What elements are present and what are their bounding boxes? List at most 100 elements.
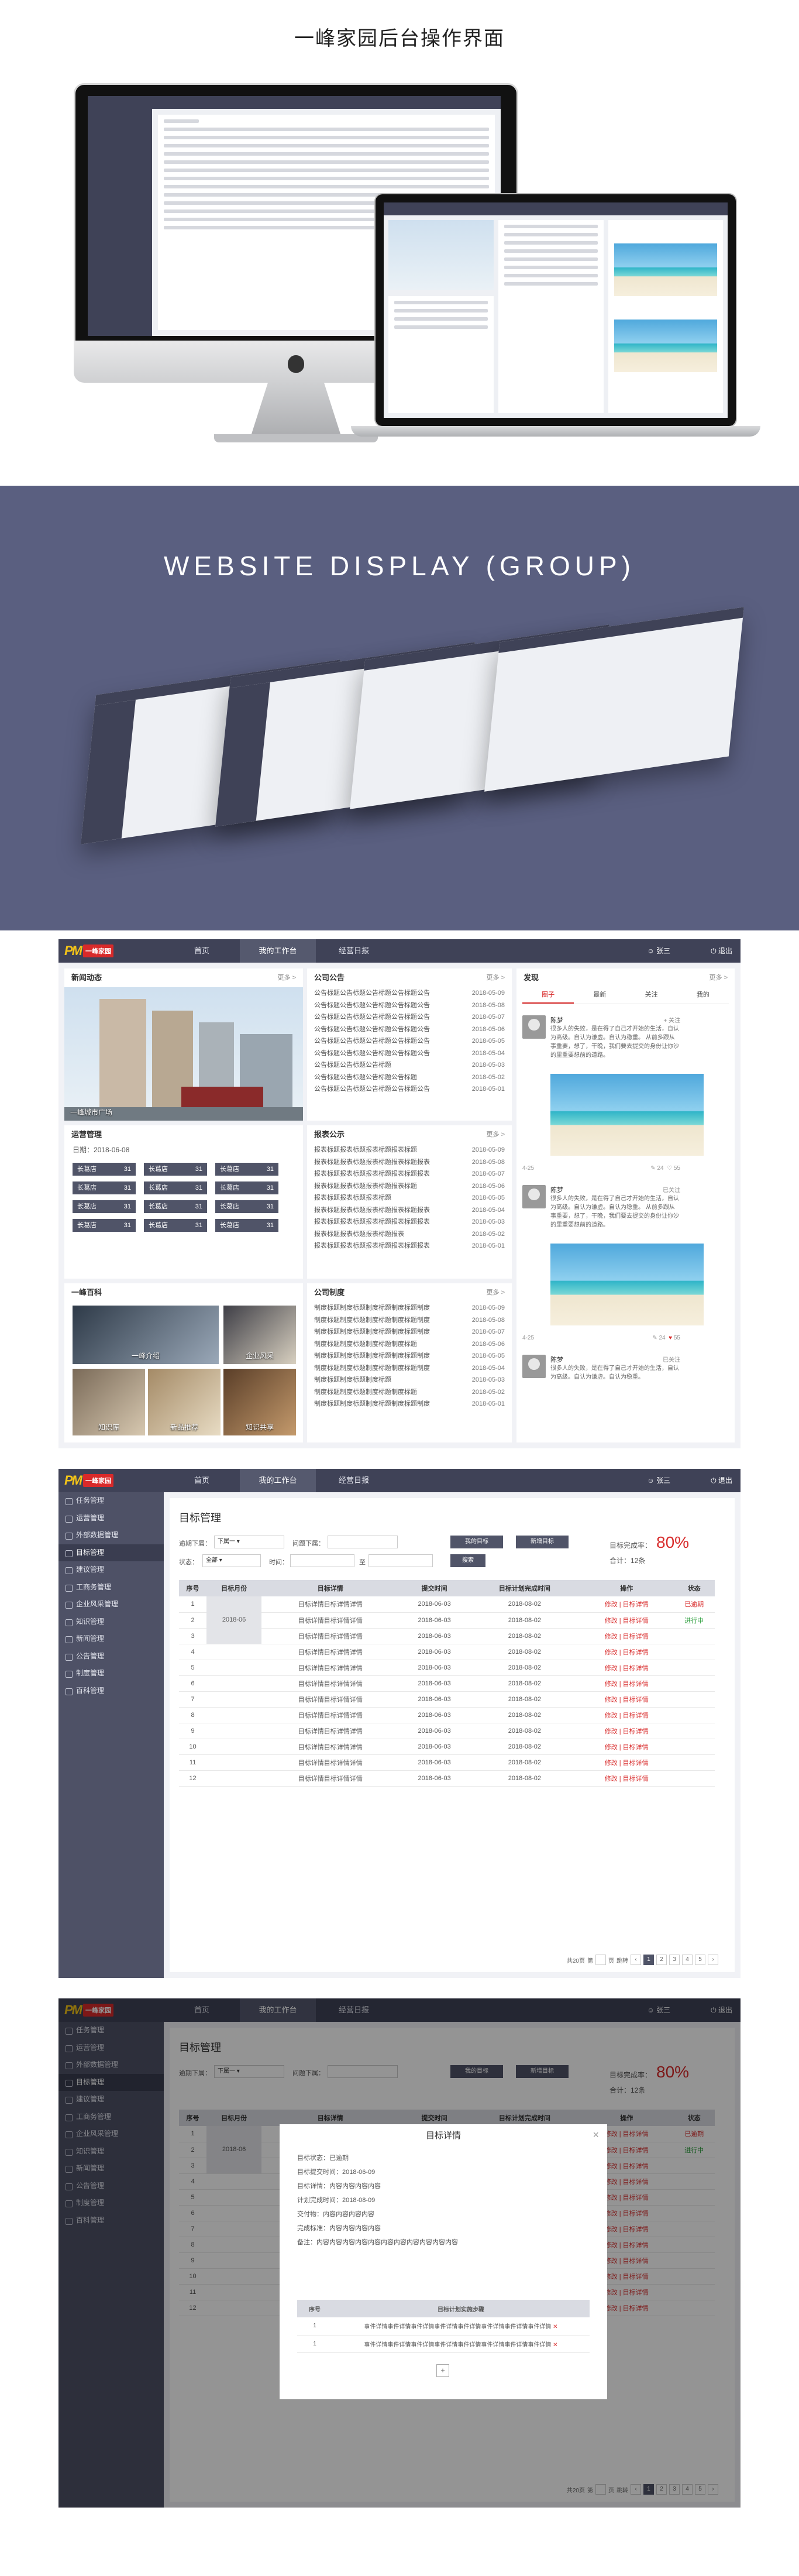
sidebar-item[interactable]: 新闻管理 [58,1630,164,1648]
my-goals-button[interactable]: 我的目标 [450,1536,503,1548]
tile-knowledge[interactable]: 知识库 [73,1369,145,1435]
nav-daily-report[interactable]: 经营日报 [316,1469,392,1492]
row-actions[interactable]: 修改 | 目标详情 [580,1723,674,1739]
nav-daily-report[interactable]: 经营日报 [316,939,392,963]
store-tag[interactable]: 长葛店 31 [215,1219,278,1232]
rules-item[interactable]: 制度标题制度标题制度标题制度标题制度 2018-05-05 [307,1350,512,1362]
follow-button[interactable]: 已关注 [663,1355,680,1363]
search-button[interactable]: 搜索 [450,1554,485,1567]
end-date-input[interactable] [368,1554,433,1567]
page-number[interactable]: 2 [656,1955,667,1965]
notice-item[interactable]: 公告标题公告标题公告标题公告标题公告 2018-05-06 [307,1023,512,1036]
due-select[interactable]: 下属一 ▾ [214,1536,284,1548]
next-page-icon[interactable]: › [708,1955,718,1965]
store-tag[interactable]: 长葛店 31 [144,1200,207,1213]
tile-new[interactable]: 新品推荐 [148,1369,221,1435]
tile-share[interactable]: 知识共享 [223,1369,296,1435]
row-actions[interactable]: 修改 | 目标详情 [580,1660,674,1676]
news-more-link[interactable]: 更多 > [278,968,296,987]
post-stats[interactable]: ✎ 24 ♥ 55 [652,1335,680,1341]
row-actions[interactable]: 修改 | 目标详情 [580,1754,674,1771]
rules-item[interactable]: 制度标题制度标题制度标题制度标题 2018-05-02 [307,1386,512,1399]
page-number[interactable]: 1 [643,1955,654,1965]
post-stats[interactable]: ✎ 24 ♡ 55 [650,1165,680,1172]
tab-circle[interactable]: 圈子 [522,987,574,1004]
close-icon[interactable]: × [593,2129,599,2141]
logout-button[interactable]: ⏻ 退出 [711,939,732,963]
page-jump-input[interactable] [595,1955,606,1965]
user-menu[interactable]: ☺ 张三 [647,1469,670,1492]
report-item[interactable]: 报表标题报表标题报表标题 2018-05-05 [307,1192,512,1204]
report-item[interactable]: 报表标题报表标题报表标题报表标题报表 2018-05-07 [307,1168,512,1180]
nav-workbench[interactable]: 我的工作台 [240,1469,316,1492]
notice-item[interactable]: 公告标题公告标题公告标题 2018-05-03 [307,1059,512,1071]
report-item[interactable]: 报表标题报表标题报表标题报表标题报表 2018-05-03 [307,1216,512,1228]
tab-follow[interactable]: 关注 [626,987,677,1004]
store-tag[interactable]: 长葛店 31 [73,1163,136,1176]
report-item[interactable]: 报表标题报表标题报表标题报表标题报表 2018-05-01 [307,1240,512,1252]
report-more-link[interactable]: 更多 > [487,1125,505,1144]
tile-intro[interactable]: 一峰介绍 [73,1306,219,1364]
store-tag[interactable]: 长葛店 31 [215,1200,278,1213]
rules-item[interactable]: 制度标题制度标题制度标题制度标题制度 2018-05-07 [307,1326,512,1338]
page-number[interactable]: 3 [669,1955,680,1965]
rules-item[interactable]: 制度标题制度标题制度标题制度标题 2018-05-06 [307,1338,512,1351]
report-item[interactable]: 报表标题报表标题报表标题报表标题 2018-05-06 [307,1180,512,1193]
sidebar-item[interactable]: 知识管理 [58,1613,164,1631]
report-item[interactable]: 报表标题报表标题报表标题报表 2018-05-02 [307,1228,512,1241]
row-actions[interactable]: 修改 | 目标详情 [580,1691,674,1708]
store-tag[interactable]: 长葛店 31 [215,1163,278,1176]
store-tag[interactable]: 长葛店 31 [73,1219,136,1232]
sidebar-item[interactable]: 建议管理 [58,1561,164,1579]
prev-page-icon[interactable]: ‹ [631,1955,641,1965]
rules-item[interactable]: 制度标题制度标题制度标题制度标题制度 2018-05-09 [307,1302,512,1314]
post-image[interactable] [550,1074,704,1156]
row-actions[interactable]: 修改 | 目标详情 [580,1612,674,1629]
store-tag[interactable]: 长葛店 31 [144,1181,207,1194]
tab-latest[interactable]: 最新 [574,987,625,1004]
start-date-input[interactable] [290,1554,354,1567]
nav-workbench[interactable]: 我的工作台 [240,939,316,963]
status-select[interactable]: 全部 ▾ [202,1554,261,1567]
rules-item[interactable]: 制度标题制度标题制度标题制度标题制度 2018-05-01 [307,1398,512,1410]
rules-item[interactable]: 制度标题制度标题制度标题 2018-05-03 [307,1374,512,1386]
notice-item[interactable]: 公告标题公告标题公告标题公告标题公告 2018-05-07 [307,1011,512,1023]
store-tag[interactable]: 长葛店 31 [215,1181,278,1194]
report-item[interactable]: 报表标题报表标题报表标题报表标题 2018-05-09 [307,1144,512,1156]
issue-input[interactable] [328,1536,398,1548]
sidebar-item[interactable]: 外部数据管理 [58,1527,164,1544]
nav-home[interactable]: 首页 [164,939,240,963]
row-actions[interactable]: 修改 | 目标详情 [580,1739,674,1755]
new-goal-button[interactable]: 新增目标 [516,1536,569,1548]
row-actions[interactable]: 修改 | 目标详情 [580,1596,674,1613]
notice-item[interactable]: 公告标题公告标题公告标题公告标题公告 2018-05-04 [307,1047,512,1060]
row-actions[interactable]: 修改 | 目标详情 [580,1628,674,1644]
report-item[interactable]: 报表标题报表标题报表标题报表标题报表 2018-05-08 [307,1156,512,1169]
post-image[interactable] [550,1244,704,1325]
delete-icon[interactable]: ✕ [551,2342,557,2348]
avatar[interactable] [522,1185,546,1208]
sidebar-item[interactable]: 公告管理 [58,1648,164,1665]
tile-style[interactable]: 企业风采 [223,1306,296,1364]
sidebar-item[interactable]: 目标管理 [58,1544,164,1561]
avatar[interactable] [522,1355,546,1378]
follow-button[interactable]: 已关注 [663,1185,680,1194]
news-image[interactable]: 一峰城市广场 [64,987,303,1121]
page-number[interactable]: 4 [682,1955,693,1965]
notice-item[interactable]: 公告标题公告标题公告标题公告标题公告 2018-05-09 [307,987,512,1000]
notice-item[interactable]: 公告标题公告标题公告标题公告标题公告 2018-05-05 [307,1035,512,1047]
store-tag[interactable]: 长葛店 31 [73,1200,136,1213]
add-step-button[interactable]: + [436,2364,449,2377]
user-menu[interactable]: ☺ 张三 [647,939,670,963]
row-actions[interactable]: 修改 | 目标详情 [580,1707,674,1723]
tab-mine[interactable]: 我的 [677,987,729,1004]
notice-item[interactable]: 公告标题公告标题公告标题公告标题 2018-05-02 [307,1071,512,1084]
rules-item[interactable]: 制度标题制度标题制度标题制度标题制度 2018-05-04 [307,1362,512,1375]
delete-icon[interactable]: ✕ [551,2324,557,2330]
avatar[interactable] [522,1015,546,1039]
notice-item[interactable]: 公告标题公告标题公告标题公告标题公告 2018-05-01 [307,1083,512,1095]
sidebar-item[interactable]: 工商务管理 [58,1579,164,1596]
rules-more-link[interactable]: 更多 > [487,1283,505,1302]
row-actions[interactable]: 修改 | 目标详情 [580,1770,674,1787]
store-tag[interactable]: 长葛店 31 [144,1163,207,1176]
